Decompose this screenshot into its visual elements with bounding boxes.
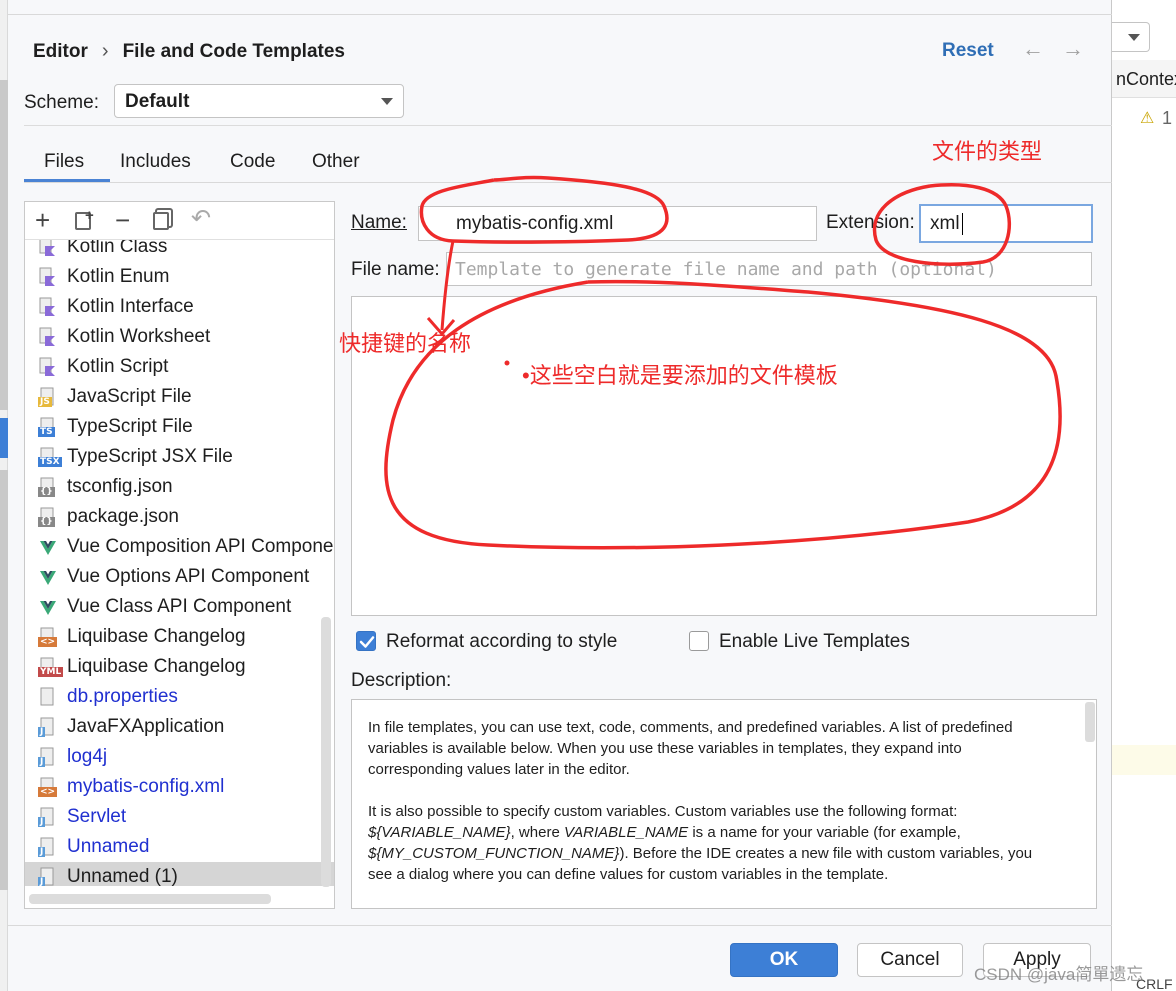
chevron-down-icon <box>1128 34 1140 41</box>
background-tab-title: nContex <box>1116 69 1176 89</box>
annotation-dot <box>504 360 510 366</box>
watermark: CSDN @java简單遗忘 <box>974 965 1144 984</box>
background-highlight-line <box>1112 745 1176 775</box>
settings-dialog: Editor › File and Code Templates Reset ←… <box>8 0 1112 991</box>
warning-icon: ⚠ <box>1140 110 1155 127</box>
annotation-drawings <box>384 175 1062 550</box>
parent-selection-marker <box>0 418 8 458</box>
annotation-circle-extension <box>872 183 1011 266</box>
annotation-circle-name <box>419 175 669 244</box>
parent-scroll-track <box>0 80 8 410</box>
background-tab-strip: nContex <box>1112 60 1176 98</box>
annotation-arrow-line <box>440 240 455 331</box>
background-dropdown <box>1112 22 1150 52</box>
annotation-circle-body <box>384 279 1062 550</box>
parent-scroll-track-lower <box>0 470 8 890</box>
background-editor: nContex ⚠ 1 CRLF <box>1112 0 1176 991</box>
parent-window-edge <box>0 0 8 991</box>
warning-count: 1 <box>1162 108 1173 128</box>
